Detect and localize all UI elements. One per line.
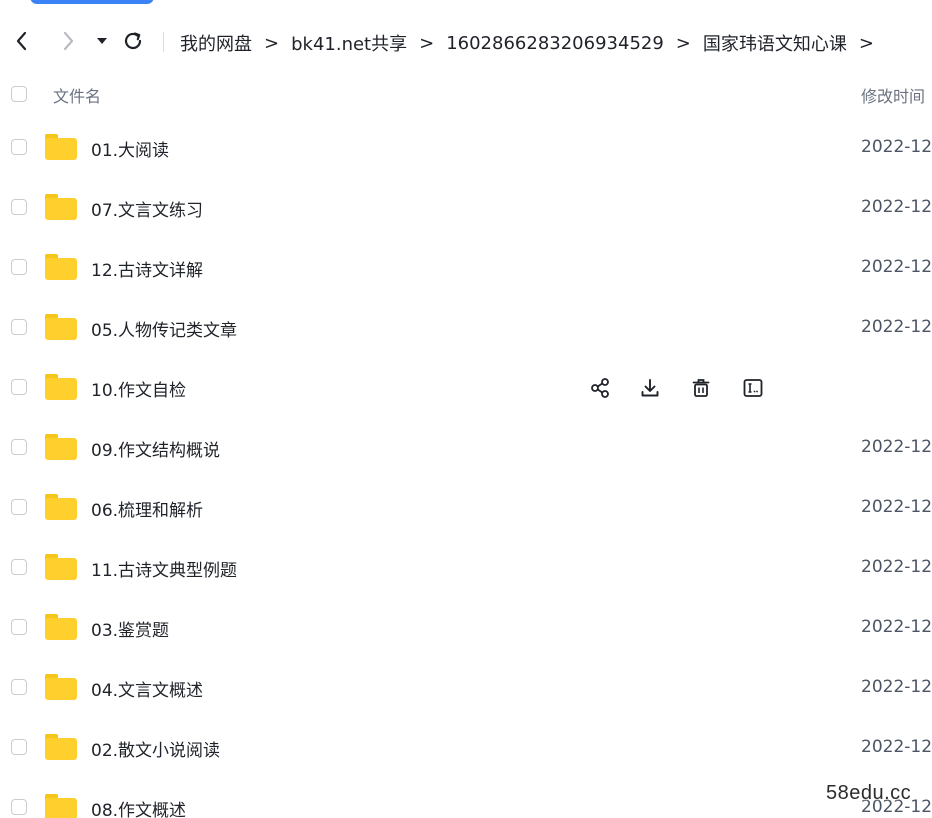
caret-down-icon[interactable] (89, 28, 115, 54)
breadcrumb-item[interactable]: 我的网盘 (180, 30, 252, 56)
row-checkbox[interactable] (11, 139, 27, 155)
table-row[interactable]: 02.散文小说阅读 2022-12 (0, 718, 932, 778)
row-checkbox[interactable] (11, 499, 27, 515)
table-row[interactable]: 05.人物传记类文章 2022-12 (0, 298, 932, 358)
file-name[interactable]: 05.人物传记类文章 (91, 316, 237, 341)
folder-icon (45, 554, 77, 580)
delete-icon[interactable] (687, 374, 715, 402)
modified-time: 2022-12 (861, 497, 932, 517)
column-header-name[interactable]: 文件名 (53, 83, 101, 107)
table-row[interactable]: 03.鉴赏题 2022-12 (0, 598, 932, 658)
folder-icon (45, 134, 77, 160)
folder-icon (45, 314, 77, 340)
folder-icon (45, 434, 77, 460)
table-row[interactable]: 01.大阅读 2022-12 (0, 118, 932, 178)
row-actions (586, 374, 776, 402)
folder-icon (45, 194, 77, 220)
file-name[interactable]: 12.古诗文详解 (91, 256, 203, 281)
share-icon[interactable] (586, 374, 614, 402)
row-checkbox[interactable] (11, 259, 27, 275)
modified-time: 2022-12 (861, 137, 932, 157)
modified-time: 2022-12 (861, 617, 932, 637)
chevron-right-icon[interactable] (55, 28, 81, 54)
row-checkbox[interactable] (11, 199, 27, 215)
file-name[interactable]: 11.古诗文典型例题 (91, 556, 237, 581)
table-row-hovered[interactable]: 10.作文自检 (0, 358, 932, 418)
modified-time: 2022-12 (861, 557, 932, 577)
navigation-bar: 我的网盘 > bk41.net共享 > 1602866283206934529 … (0, 20, 932, 62)
table-row[interactable]: 09.作文结构概说 2022-12 (0, 418, 932, 478)
breadcrumb: 我的网盘 > bk41.net共享 > 1602866283206934529 … (180, 30, 886, 56)
folder-icon (45, 494, 77, 520)
row-checkbox[interactable] (11, 319, 27, 335)
folder-icon (45, 674, 77, 700)
file-name[interactable]: 07.文言文练习 (91, 196, 203, 221)
breadcrumb-item[interactable]: 1602866283206934529 (446, 33, 664, 54)
table-row[interactable]: 04.文言文概述 2022-12 (0, 658, 932, 718)
rename-icon[interactable] (739, 374, 767, 402)
row-checkbox[interactable] (11, 739, 27, 755)
modified-time: 2022-12 (861, 737, 932, 757)
file-name[interactable]: 02.散文小说阅读 (91, 736, 220, 761)
breadcrumb-item[interactable]: 国家玮语文知心课 (703, 30, 847, 56)
refresh-icon[interactable] (120, 28, 146, 54)
folder-icon (45, 254, 77, 280)
modified-time: 2022-12 (861, 197, 932, 217)
modified-time: 2022-12 (861, 257, 932, 277)
watermark: 58edu.cc (826, 782, 912, 804)
row-checkbox[interactable] (11, 619, 27, 635)
file-name[interactable]: 08.作文概述 (91, 796, 186, 818)
file-name[interactable]: 06.梳理和解析 (91, 496, 203, 521)
table-row[interactable]: 12.古诗文详解 2022-12 (0, 238, 932, 298)
breadcrumb-separator: > (858, 32, 874, 54)
folder-icon (45, 794, 77, 818)
folder-icon (45, 734, 77, 760)
row-checkbox[interactable] (11, 679, 27, 695)
breadcrumb-item[interactable]: bk41.net共享 (291, 30, 407, 56)
modified-time: 2022-12 (861, 677, 932, 697)
row-checkbox[interactable] (11, 559, 27, 575)
row-checkbox[interactable] (11, 439, 27, 455)
modified-time: 2022-12 (861, 317, 932, 337)
select-all-checkbox[interactable] (11, 86, 27, 102)
file-name[interactable]: 09.作文结构概说 (91, 436, 220, 461)
file-manager: 我的网盘 > bk41.net共享 > 1602866283206934529 … (0, 0, 932, 818)
row-checkbox[interactable] (11, 799, 27, 815)
modified-time: 2022-12 (861, 437, 932, 457)
nav-divider (163, 32, 164, 52)
file-name[interactable]: 01.大阅读 (91, 136, 169, 161)
file-list: 01.大阅读 2022-12 07.文言文练习 2022-12 12.古诗文详解… (0, 118, 932, 818)
folder-icon (45, 374, 77, 400)
file-name[interactable]: 03.鉴赏题 (91, 616, 169, 641)
upload-button-edge[interactable] (30, 0, 154, 4)
breadcrumb-separator: > (675, 32, 691, 54)
table-row[interactable]: 07.文言文练习 2022-12 (0, 178, 932, 238)
column-header-modified[interactable]: 修改时间 (861, 83, 925, 107)
chevron-left-icon[interactable] (9, 28, 35, 54)
row-checkbox[interactable] (11, 379, 27, 395)
download-icon[interactable] (636, 374, 664, 402)
table-row[interactable]: 11.古诗文典型例题 2022-12 (0, 538, 932, 598)
file-name[interactable]: 10.作文自检 (91, 376, 186, 401)
breadcrumb-separator: > (264, 32, 280, 54)
table-row[interactable]: 06.梳理和解析 2022-12 (0, 478, 932, 538)
table-row[interactable]: 08.作文概述 2022-12 (0, 778, 932, 818)
folder-icon (45, 614, 77, 640)
breadcrumb-separator: > (419, 32, 435, 54)
file-name[interactable]: 04.文言文概述 (91, 676, 203, 701)
file-list-header: 文件名 修改时间 (0, 74, 932, 114)
